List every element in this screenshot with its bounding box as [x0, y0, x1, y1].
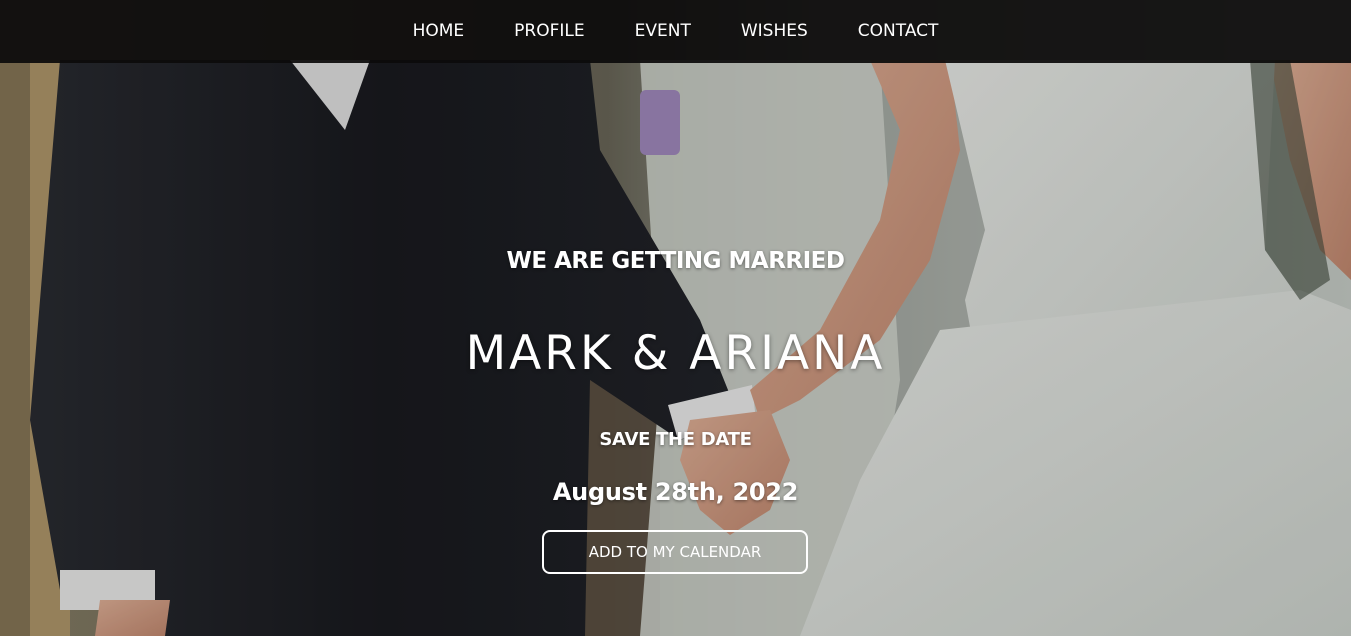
add-to-calendar-button[interactable]: ADD TO MY CALENDAR	[542, 530, 808, 574]
wedding-landing-page: HOME PROFILE EVENT WISHES CONTACT WE ARE…	[0, 0, 1351, 636]
nav-item-profile: PROFILE	[489, 0, 609, 63]
top-navbar: HOME PROFILE EVENT WISHES CONTACT	[0, 0, 1351, 63]
nav-link-wishes[interactable]: WISHES	[716, 21, 833, 41]
nav-link-home[interactable]: HOME	[388, 21, 490, 41]
nav-item-home: HOME	[388, 0, 490, 63]
hero-subtitle: WE ARE GETTING MARRIED	[506, 248, 845, 274]
nav-link-contact[interactable]: CONTACT	[833, 21, 964, 41]
couple-names-heading: MARK & ARIANA	[465, 326, 886, 381]
save-the-date-label: SAVE THE DATE	[599, 429, 752, 450]
nav-item-wishes: WISHES	[716, 0, 833, 63]
nav-link-profile[interactable]: PROFILE	[489, 21, 609, 41]
wedding-date: August 28th, 2022	[552, 478, 799, 506]
nav-menu: HOME PROFILE EVENT WISHES CONTACT	[388, 0, 964, 63]
nav-link-event[interactable]: EVENT	[610, 21, 716, 41]
nav-item-contact: CONTACT	[833, 0, 964, 63]
hero-section: WE ARE GETTING MARRIED MARK & ARIANA SAV…	[0, 0, 1351, 636]
nav-item-event: EVENT	[610, 0, 716, 63]
